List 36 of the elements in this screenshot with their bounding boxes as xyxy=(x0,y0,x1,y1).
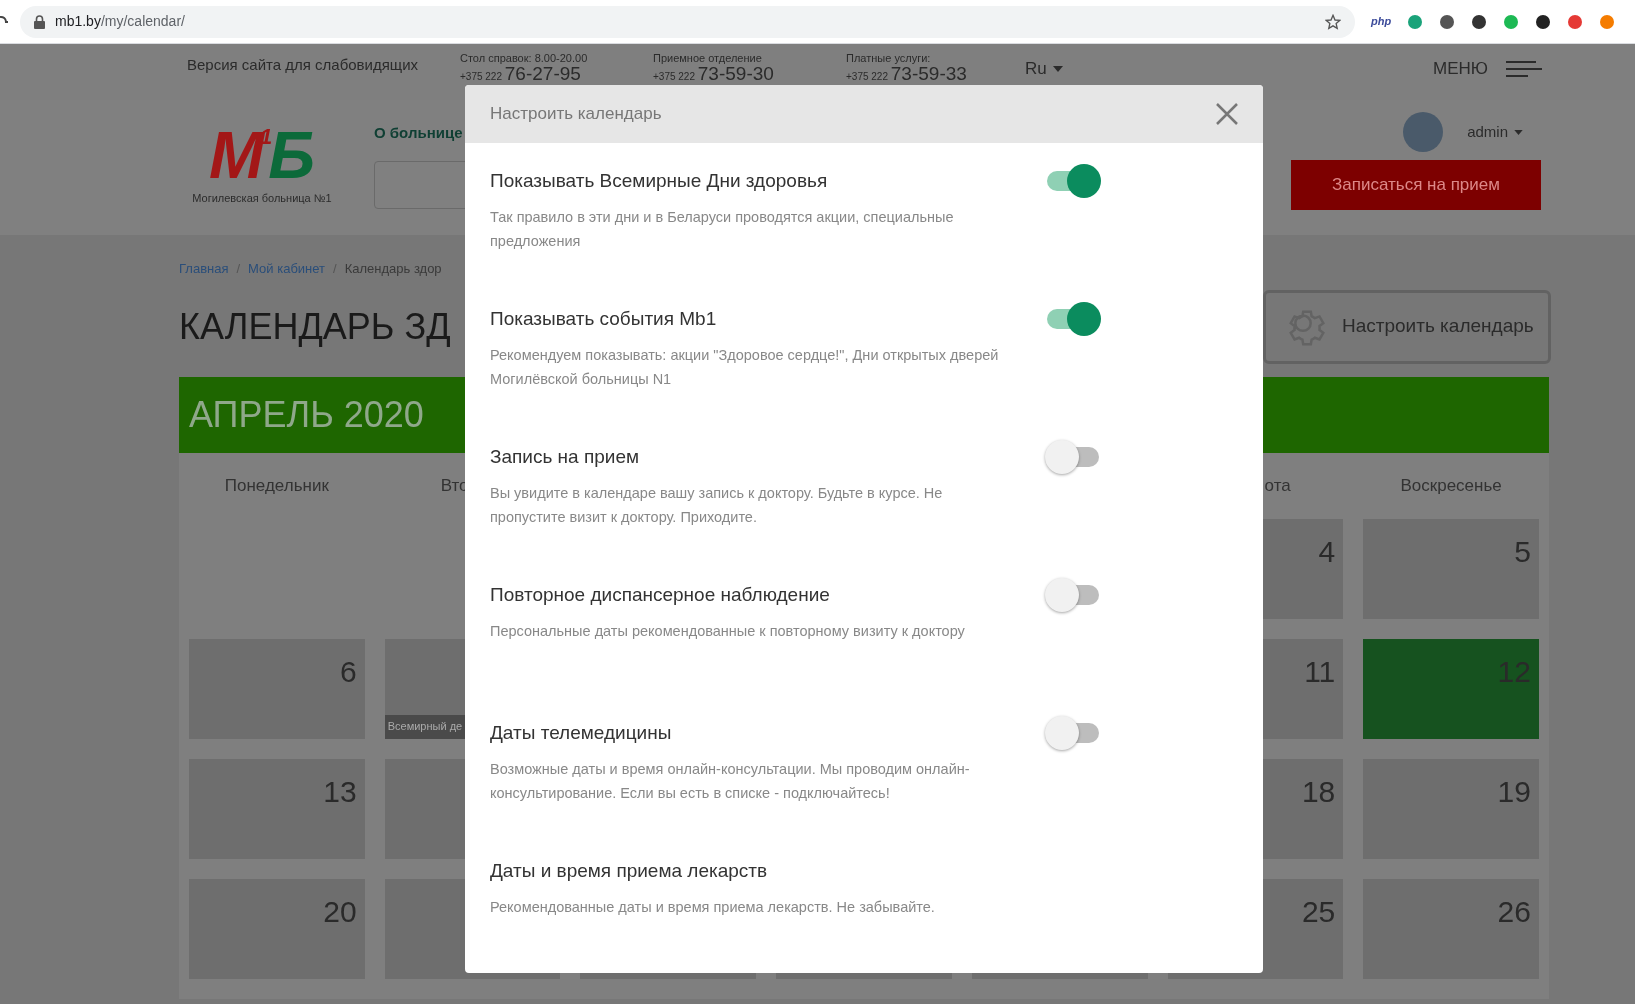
setting-description: Персональные даты рекомендованные к повторному визиту к доктору xyxy=(490,621,966,641)
setting-description: Рекомендованные даты и время приема лекарств. Не забывайте. xyxy=(490,897,936,917)
page-title: КАЛЕНДАРЬ ЗД xyxy=(179,304,451,349)
month-title: АПРЕЛЬ 2020 xyxy=(189,392,424,437)
setting-title: Повторное диспансерное наблюдение xyxy=(490,583,831,607)
url-text: mb1.by/my/calendar/ xyxy=(55,12,185,31)
day-number: 25 xyxy=(1301,893,1336,930)
contact-label: Платные услуги: xyxy=(846,51,932,66)
day-number: 11 xyxy=(1304,653,1336,690)
setting-title: Даты телемедицины xyxy=(490,721,673,745)
day-number: 18 xyxy=(1301,773,1336,810)
day-number: 5 xyxy=(1514,533,1531,570)
setting-title: Показывать события Mb1 xyxy=(490,307,718,331)
day-number: 6 xyxy=(340,653,357,690)
day-number: 4 xyxy=(1318,533,1336,570)
day-number: 20 xyxy=(323,893,357,930)
day-number: 26 xyxy=(1497,893,1531,930)
contact-label: Приемное отделение xyxy=(653,51,763,66)
setting-title: Показывать Всемирные Дни здоровья xyxy=(490,169,829,193)
weekday-label: Воскресенье xyxy=(1400,475,1502,495)
logo-caption: Могилевская больница №1 xyxy=(192,191,332,206)
breadcrumb-separator: / xyxy=(333,260,337,278)
breadcrumb-separator: / xyxy=(236,260,241,278)
day-number: 13 xyxy=(323,773,357,810)
weekday-label: Понедельник xyxy=(224,475,329,495)
setting-title: Даты и время приема лекарств xyxy=(490,859,769,883)
day-number: 19 xyxy=(1497,773,1531,810)
breadcrumb-current: Календарь здор xyxy=(344,260,442,278)
contact-label: Стол справок: 8.00-20.00 xyxy=(460,51,589,66)
weekday-label: ота xyxy=(1264,475,1291,495)
setting-description: Так правило в эти дни и в Беларуси проводятся акции, специальные предложения xyxy=(490,207,955,251)
dialog-title: Настроить календарь xyxy=(490,103,662,126)
setting-description: Вы увидите в календаре вашу запись к доктору. Будьте в курсе. Не пропустите визит к доктору. Приходите. xyxy=(490,483,944,527)
setting-description: Рекомендуем показывать: акции "Здоровое сердце!", Дни открытых дверей Могилёвской больницы N1 xyxy=(490,345,1000,389)
setting-title: Запись на прием xyxy=(490,445,641,469)
setting-description: Возможные даты и время онлайн-консультации. Мы проводим онлайн-консультирование. Если вы есть в списке - подключайтесь! xyxy=(490,759,971,803)
